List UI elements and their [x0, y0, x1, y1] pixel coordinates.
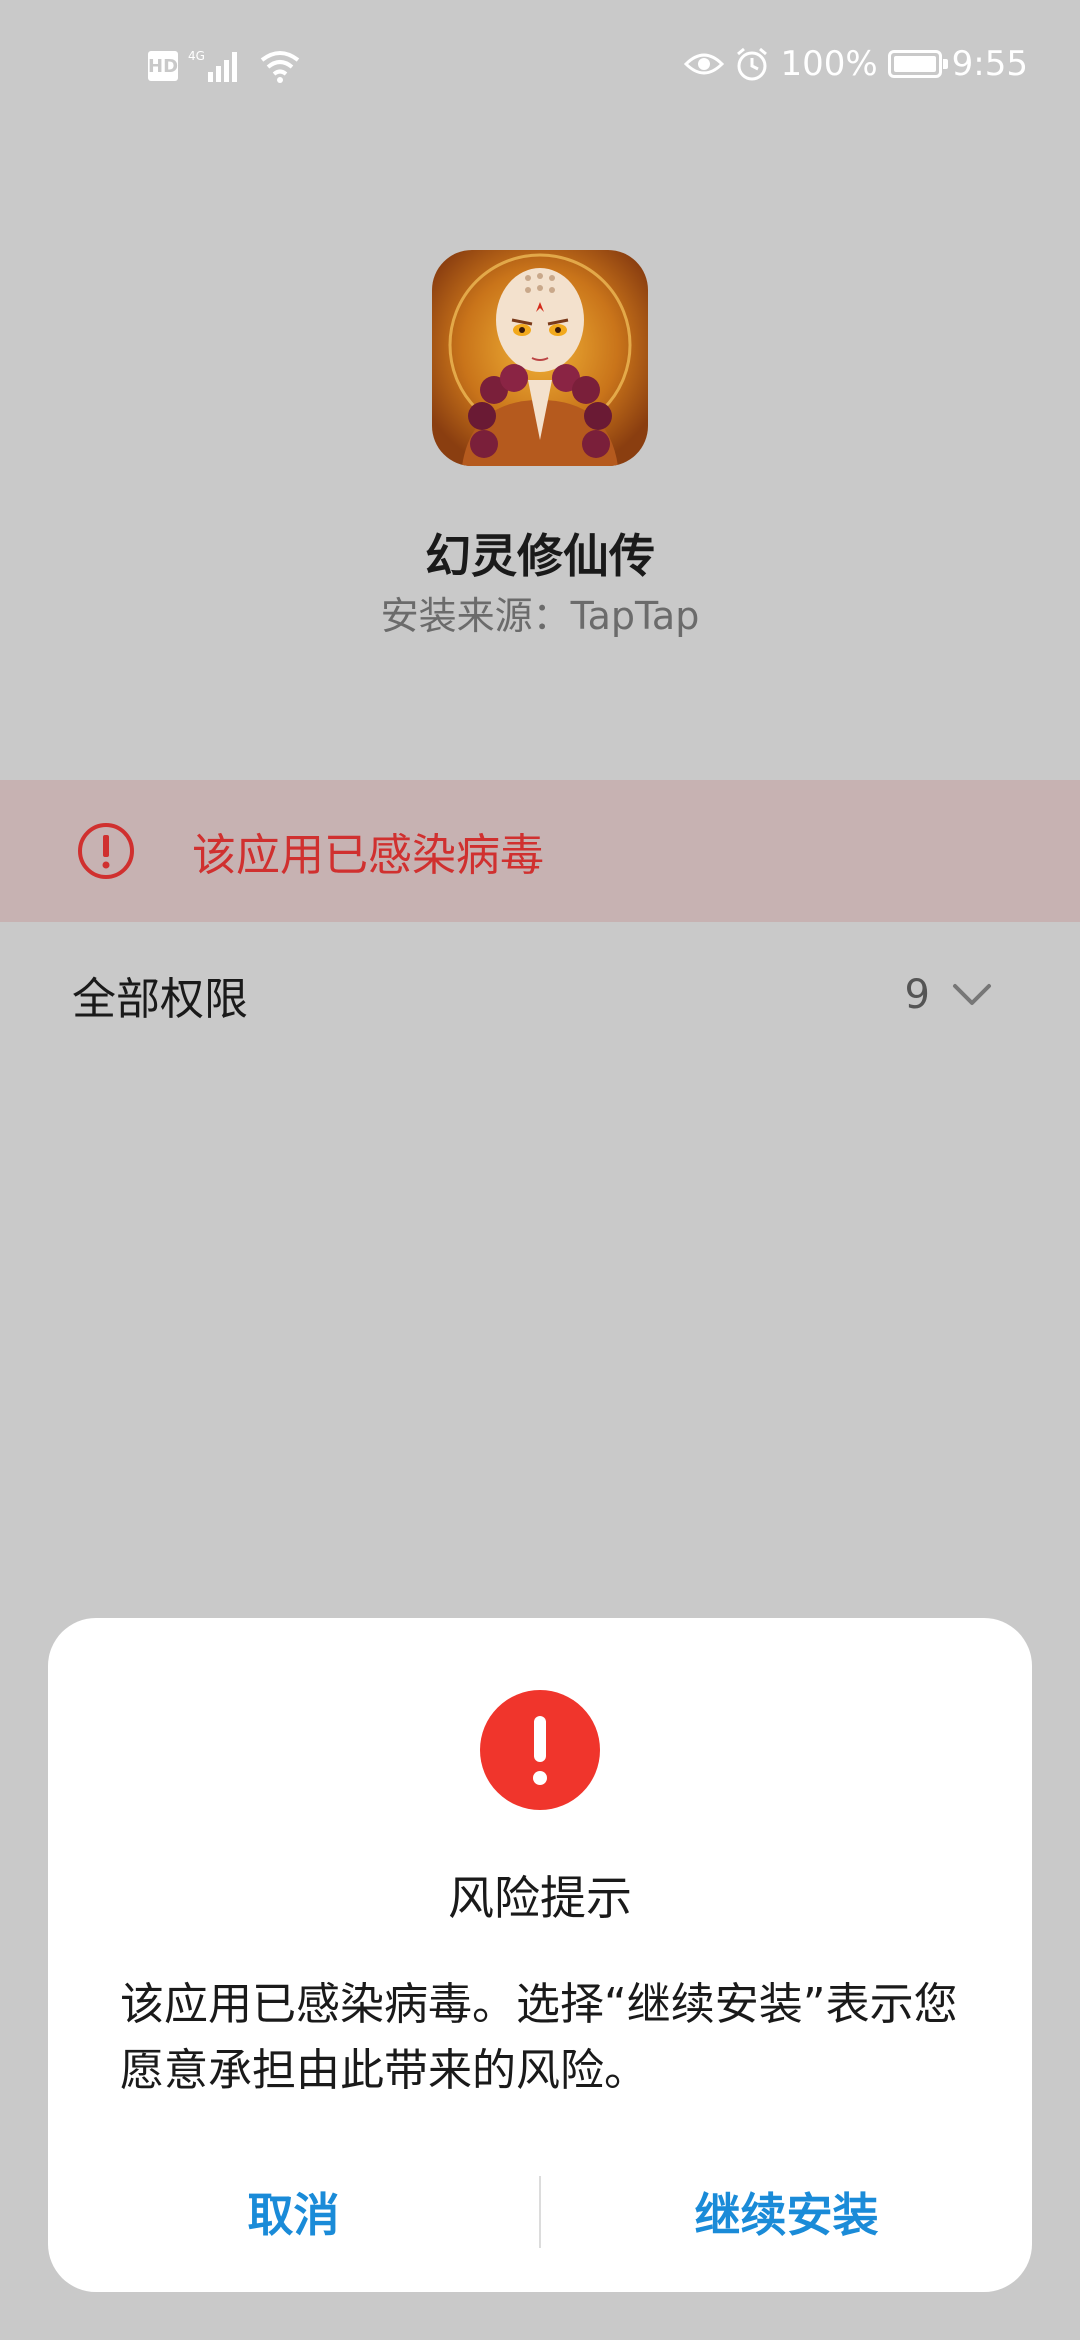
battery-percent: 100%: [780, 44, 878, 84]
continue-install-button[interactable]: 继续安装: [541, 2179, 1032, 2245]
chevron-down-icon[interactable]: [952, 983, 992, 1007]
status-left: HD 4G: [148, 48, 302, 84]
dialog-title: 风险提示: [448, 1871, 632, 1925]
all-permissions-row[interactable]: 全部权限 9: [0, 940, 1080, 1050]
wifi-icon: [260, 51, 300, 83]
status-bar: HD 4G 100% 9:55: [0, 0, 1080, 130]
dialog-message: 该应用已感染病毒。选择“继续安装”表示您愿意承担由此带来的风险。: [120, 1979, 958, 2096]
signal-icon: 4G: [188, 49, 237, 82]
status-right: 100% 9:55: [684, 44, 1028, 84]
svg-text:4G: 4G: [188, 49, 205, 63]
eye-icon: [684, 53, 725, 75]
alert-icon: [480, 1690, 600, 1810]
battery-icon: [887, 50, 948, 78]
exclamation-circle-icon: [78, 823, 134, 879]
install-source: 安装来源：TapTap: [380, 594, 700, 638]
clock: 9:55: [951, 44, 1028, 84]
app-icon: [432, 250, 648, 466]
alarm-icon: [737, 47, 768, 81]
permissions-label: 全部权限: [72, 974, 248, 1025]
risk-dialog: 风险提示 该应用已感染病毒。选择“继续安装”表示您愿意承担由此带来的风险。 取消…: [48, 1618, 1032, 2292]
virus-warning-banner: 该应用已感染病毒: [0, 780, 1080, 922]
warning-text: 该应用已感染病毒: [192, 830, 544, 881]
dialog-buttons: 取消 继续安装: [48, 2172, 1032, 2252]
cancel-button[interactable]: 取消: [48, 2179, 539, 2245]
permissions-count: 9: [904, 972, 930, 1018]
hd-badge: HD: [148, 51, 178, 81]
app-name: 幻灵修仙传: [425, 529, 655, 583]
